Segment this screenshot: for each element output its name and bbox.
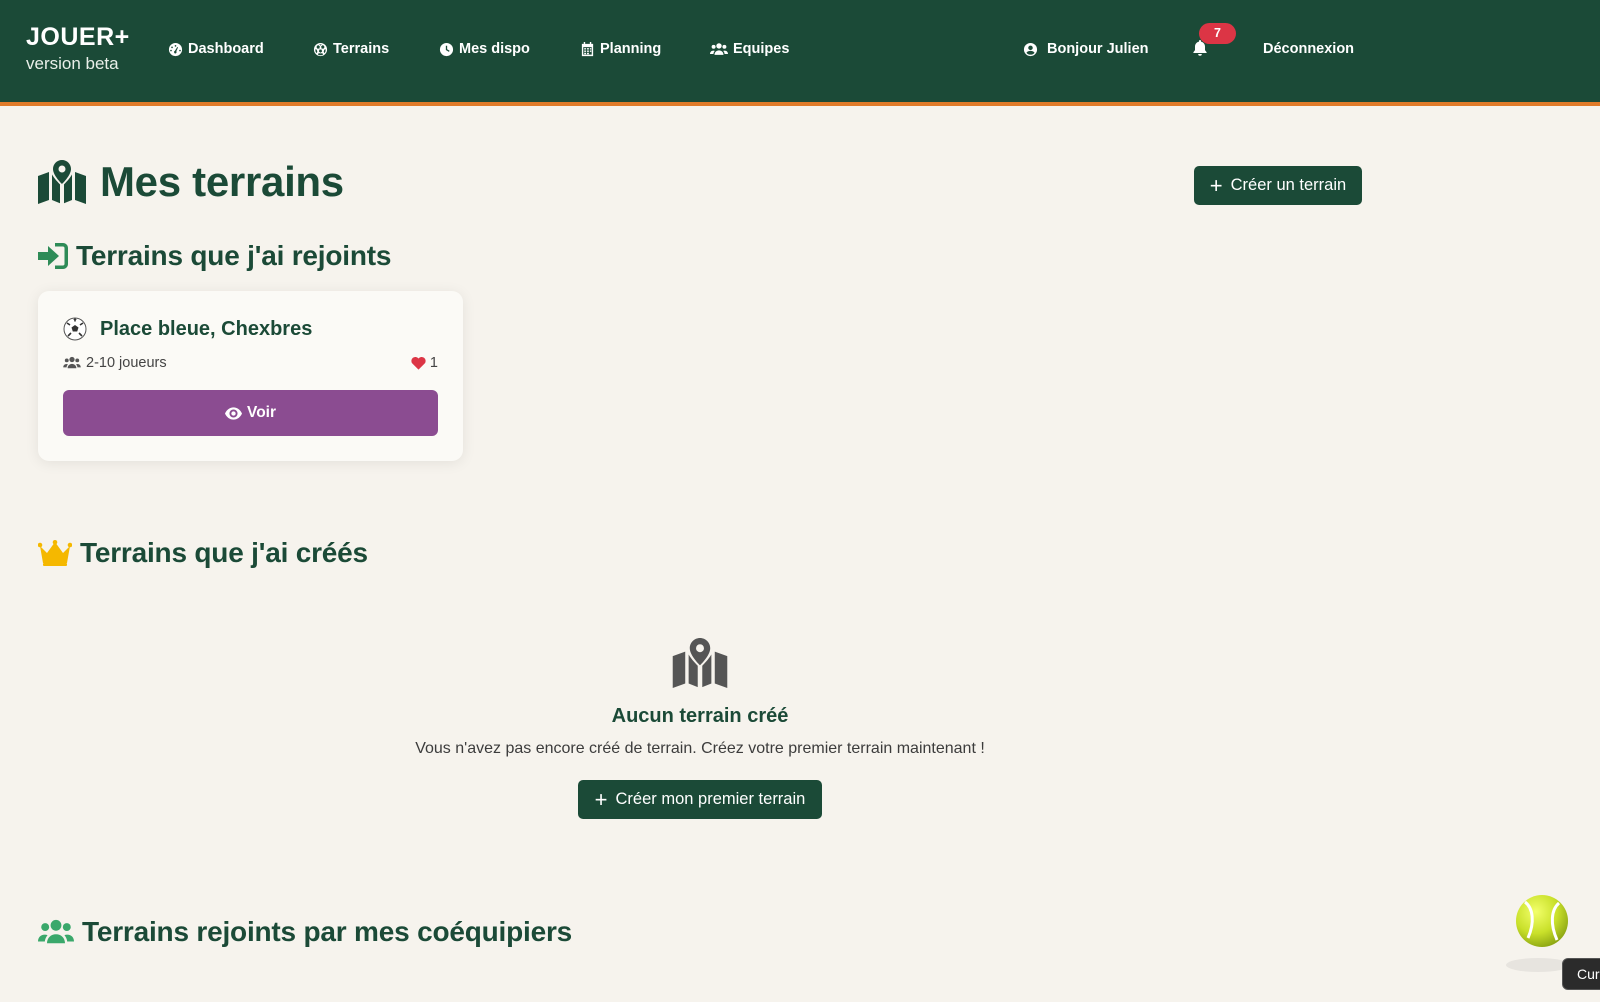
notification-count-badge: 7 [1199, 23, 1236, 44]
section-heading: Terrains que j'ai rejoints [76, 240, 392, 271]
crown-icon [38, 540, 72, 566]
eye-icon [225, 406, 242, 420]
plus-icon: + [1209, 172, 1223, 198]
users-icon [63, 356, 81, 369]
nav-terrains[interactable]: Terrains [313, 38, 389, 60]
page-title: Mes terrains [38, 158, 344, 206]
logout-label: Déconnexion [1263, 41, 1355, 57]
likes-count: 1 [429, 355, 438, 371]
brand-subtitle: version beta [26, 54, 119, 73]
plus-icon: + [594, 786, 608, 812]
nav-planning[interactable]: Planning [580, 38, 661, 60]
empty-state-title: Aucun terrain créé [611, 705, 789, 727]
tennis-ball-icon[interactable] [1515, 894, 1569, 948]
heart-icon [411, 356, 426, 370]
user-circle-icon [1023, 42, 1038, 56]
soccer-ball-icon [313, 42, 328, 56]
view-terrain-button[interactable]: Voir [63, 390, 438, 436]
calendar-icon [581, 41, 594, 56]
soccer-ball-icon [63, 317, 87, 341]
create-first-terrain-button[interactable]: + Créer mon premier terrain [578, 780, 822, 819]
players-range: 2-10 joueurs [86, 355, 167, 371]
sign-in-icon [38, 243, 68, 269]
likes-info: 1 [411, 355, 438, 371]
user-menu[interactable]: Bonjour Julien [1023, 38, 1149, 60]
nav-dashboard[interactable]: Dashboard [168, 38, 264, 60]
joined-section-title: Terrains que j'ai rejoints [38, 240, 391, 272]
nav-mes-dispo[interactable]: Mes dispo [439, 38, 530, 60]
users-icon [710, 42, 728, 55]
logout-link[interactable]: Déconnexion [1263, 38, 1354, 60]
create-first-terrain-label: Créer mon premier terrain [615, 790, 806, 808]
nav-label: Dashboard [188, 41, 264, 57]
gauge-icon [168, 42, 183, 56]
map-location-icon [672, 638, 728, 688]
user-greeting: Bonjour Julien [1047, 41, 1149, 57]
created-section-title: Terrains que j'ai créés [38, 537, 368, 569]
section-heading: Terrains rejoints par mes coéquipiers [82, 916, 573, 947]
empty-state-text: Vous n'avez pas encore créé de terrain. … [415, 740, 985, 757]
terrain-card: Place bleue, Chexbres 2-10 joueurs 1 Voi… [38, 291, 463, 461]
section-heading: Terrains que j'ai créés [80, 537, 368, 568]
nav-equipes[interactable]: Equipes [710, 38, 789, 60]
players-info: 2-10 joueurs [63, 355, 167, 371]
card-header: Place bleue, Chexbres [63, 317, 312, 341]
brand[interactable]: JOUER+ version beta [26, 22, 130, 74]
ball-shadow [1506, 958, 1570, 972]
tooltip: Cur [1562, 958, 1600, 990]
brand-title[interactable]: JOUER+ [26, 22, 130, 52]
map-location-icon [38, 160, 86, 204]
page-heading: Mes terrains [100, 158, 344, 205]
clock-icon [439, 42, 454, 56]
nav-label: Equipes [733, 41, 790, 57]
nav-label: Planning [600, 41, 662, 57]
view-button-label: Voir [247, 404, 276, 421]
users-icon [38, 918, 74, 947]
teammates-section-title: Terrains rejoints par mes coéquipiers [38, 916, 572, 948]
nav-label: Terrains [333, 41, 390, 57]
create-terrain-label: Créer un terrain [1230, 176, 1347, 194]
nav-label: Mes dispo [459, 41, 530, 57]
terrain-name[interactable]: Place bleue, Chexbres [100, 318, 312, 341]
create-terrain-button[interactable]: + Créer un terrain [1194, 166, 1362, 205]
top-navbar: JOUER+ version beta Dashboard Terrains M… [0, 0, 1600, 106]
tooltip-text: Cur [1577, 966, 1600, 982]
